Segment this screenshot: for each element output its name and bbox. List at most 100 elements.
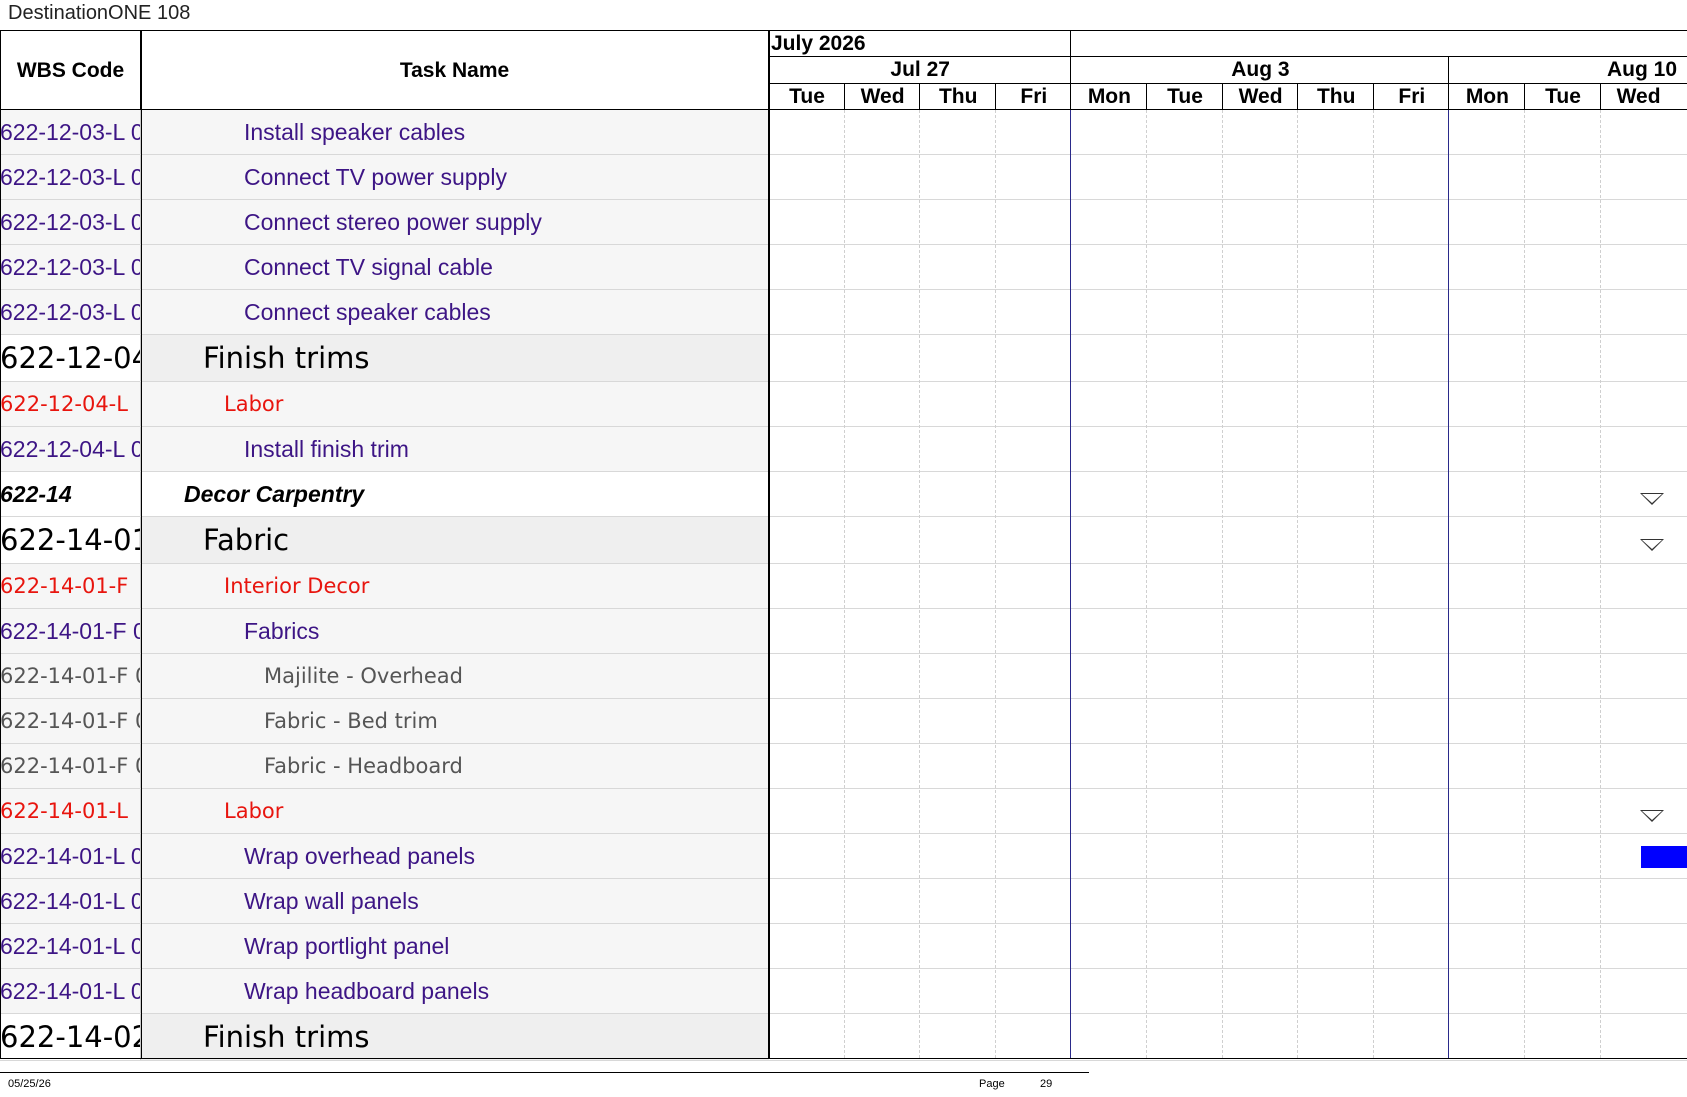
timeline-cell[interactable] [769, 789, 1687, 833]
day-gridline [919, 110, 921, 1058]
timeline-cell[interactable] [769, 472, 1687, 516]
task-name-cell[interactable]: Fabric - Bed trim [141, 699, 769, 743]
bottom-border [0, 1058, 1687, 1059]
wbs-code-cell[interactable]: 622-14-01-F [0, 564, 141, 608]
task-bar[interactable] [1641, 846, 1687, 868]
task-name-cell[interactable]: Connect stereo power supply [141, 200, 769, 244]
day-gridline [1297, 110, 1299, 1058]
task-name-cell[interactable]: Fabric [141, 517, 769, 563]
timeline-cell[interactable] [769, 335, 1687, 381]
day-divider [1372, 83, 1374, 110]
timeline-cell[interactable] [769, 654, 1687, 698]
header-rule [769, 56, 1687, 57]
day-gridline [1599, 110, 1601, 1058]
timeline-cell[interactable] [769, 1014, 1687, 1060]
wbs-code-cell[interactable]: 622-14-01-F 01 [0, 699, 141, 743]
day-label: Mon [1087, 85, 1131, 108]
week-divider [1448, 56, 1450, 83]
wbs-code-cell[interactable]: 622-12-03-L 0 [0, 200, 141, 244]
summary-marker-icon[interactable] [1640, 810, 1664, 822]
document-title: DestinationONE 108 [8, 2, 191, 24]
task-name-cell[interactable]: Install speaker cables [141, 110, 769, 154]
wbs-code-cell[interactable]: 622-12-03-L 0 [0, 290, 141, 334]
summary-marker-icon[interactable] [1640, 539, 1664, 551]
footer-page-label: Page [979, 1078, 1005, 1090]
task-name-cell[interactable]: Connect TV power supply [141, 155, 769, 199]
wbs-code-column-header[interactable]: WBS Code [0, 31, 141, 110]
footer-divider [0, 1072, 1089, 1073]
wbs-code-cell[interactable]: 622-12-03-L 0 [0, 155, 141, 199]
week-divider [1070, 56, 1072, 83]
wbs-code-cell[interactable]: 622-14 [0, 472, 141, 516]
wbs-code-cell[interactable]: 622-14-01-F 01 [0, 654, 141, 698]
wbs-code-cell[interactable]: 622-12-03-L 0 [0, 110, 141, 154]
task-name-cell[interactable]: Install finish trim [141, 427, 769, 471]
timeline-cell[interactable] [769, 200, 1687, 244]
day-divider [994, 83, 996, 110]
month-divider [1070, 31, 1072, 56]
task-name-cell[interactable]: Majilite - Overhead [141, 654, 769, 698]
day-divider [1297, 83, 1299, 110]
timeline-cell[interactable] [769, 744, 1687, 788]
timeline-cell[interactable] [769, 834, 1687, 878]
day-label: Fri [1398, 85, 1426, 108]
left-border [0, 31, 1, 1058]
day-label: Tue [1167, 85, 1203, 108]
task-name-cell[interactable]: Labor [141, 789, 769, 833]
timeline-cell[interactable] [769, 879, 1687, 923]
day-divider [1070, 83, 1072, 110]
wbs-code-cell[interactable]: 622-14-01-L 0 [0, 834, 141, 878]
timeline-cell[interactable] [769, 969, 1687, 1013]
day-gridline [1221, 110, 1223, 1058]
day-gridline [994, 110, 996, 1058]
timeline-cell[interactable] [769, 924, 1687, 968]
day-label: Thu [938, 85, 978, 108]
timeline-cell[interactable] [769, 564, 1687, 608]
task-name-cell[interactable]: Interior Decor [141, 564, 769, 608]
week-label: Jul 27 [890, 58, 950, 81]
wbs-code-cell[interactable]: 622-12-04-L 0 [0, 427, 141, 471]
timeline-cell[interactable] [769, 382, 1687, 426]
timeline-cell[interactable] [769, 110, 1687, 154]
wbs-code-cell[interactable]: 622-14-01 [0, 517, 141, 563]
timeline-cell[interactable] [769, 427, 1687, 471]
wbs-code-cell[interactable]: 622-14-01-F 0 [0, 609, 141, 653]
wbs-code-cell[interactable]: 622-12-04 [0, 335, 141, 381]
wbs-code-cell[interactable]: 622-12-04-L [0, 382, 141, 426]
week-label: Aug 10 [1606, 58, 1677, 81]
task-name-cell[interactable]: Finish trims [141, 335, 769, 381]
timeline-cell[interactable] [769, 609, 1687, 653]
wbs-code-cell[interactable]: 622-14-01-L 0 [0, 879, 141, 923]
task-name-cell[interactable]: Connect speaker cables [141, 290, 769, 334]
wbs-code-cell[interactable]: 622-14-01-L 0 [0, 969, 141, 1013]
day-label: Tue [789, 85, 825, 108]
timeline-cell[interactable] [769, 517, 1687, 563]
task-name-cell[interactable]: Decor Carpentry [141, 472, 769, 516]
task-name-cell[interactable]: Wrap wall panels [141, 879, 769, 923]
wbs-code-cell[interactable]: 622-14-02 [0, 1014, 141, 1060]
day-label: Wed [860, 85, 905, 108]
task-name-cell[interactable]: Wrap headboard panels [141, 969, 769, 1013]
task-name-cell[interactable]: Fabrics [141, 609, 769, 653]
day-divider [843, 83, 845, 110]
task-name-cell[interactable]: Wrap portlight panel [141, 924, 769, 968]
wbs-code-cell[interactable]: 622-12-03-L 0 [0, 245, 141, 289]
task-name-cell[interactable]: Labor [141, 382, 769, 426]
wbs-code-cell[interactable]: 622-14-01-F 01 [0, 744, 141, 788]
task-name-cell[interactable]: Wrap overhead panels [141, 834, 769, 878]
day-divider [1524, 83, 1525, 110]
timeline-cell[interactable] [769, 290, 1687, 334]
task-name-cell[interactable]: Fabric - Headboard [141, 744, 769, 788]
summary-marker-icon[interactable] [1640, 493, 1664, 505]
wbs-code-cell[interactable]: 622-14-01-L [0, 789, 141, 833]
timeline-cell[interactable] [769, 699, 1687, 743]
task-name-cell[interactable]: Connect TV signal cable [141, 245, 769, 289]
timeline-cell[interactable] [769, 245, 1687, 289]
task-name-cell[interactable]: Finish trims [141, 1014, 769, 1060]
day-label: Wed [1616, 85, 1661, 108]
timeline-cell[interactable] [769, 155, 1687, 199]
wbs-code-cell[interactable]: 622-14-01-L 0 [0, 924, 141, 968]
task-name-column-header[interactable]: Task Name [141, 31, 769, 110]
day-divider [1599, 83, 1601, 110]
day-label: Tue [1545, 85, 1581, 108]
